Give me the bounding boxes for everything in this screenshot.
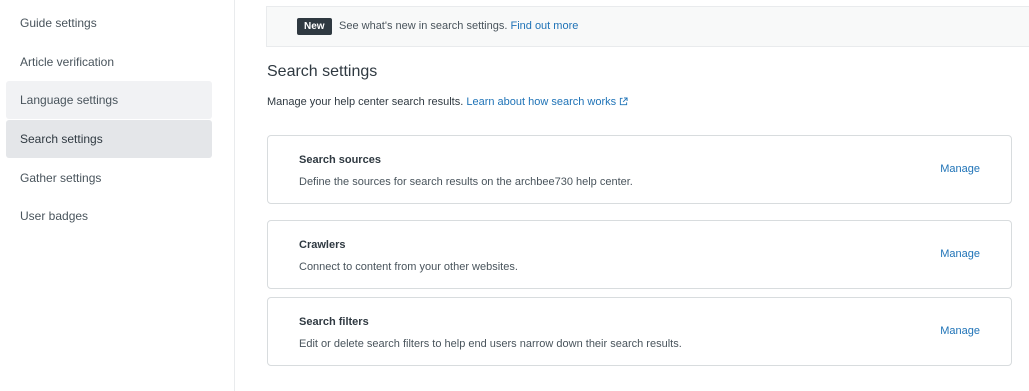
manage-search-sources-link[interactable]: Manage xyxy=(940,163,980,175)
manage-search-filters-link[interactable]: Manage xyxy=(940,325,980,337)
sidebar-item-search-settings[interactable]: Search settings xyxy=(6,120,212,158)
card-title: Search sources xyxy=(299,154,381,166)
card-description: Connect to content from your other websi… xyxy=(299,261,518,273)
sidebar: Guide settings Article verification Lang… xyxy=(0,0,235,391)
page-title: Search settings xyxy=(267,63,378,80)
new-badge: New xyxy=(297,18,332,35)
card-description: Edit or delete search filters to help en… xyxy=(299,338,682,350)
page-description-text: Manage your help center search results. xyxy=(267,96,464,108)
card-description: Define the sources for search results on… xyxy=(299,176,633,188)
page-description: Manage your help center search results. … xyxy=(267,96,628,108)
banner-text: See what's new in search settings. Find … xyxy=(339,18,578,35)
search-sources-card: Search sources Define the sources for se… xyxy=(267,135,1012,204)
sidebar-item-gather-settings[interactable]: Gather settings xyxy=(6,159,212,197)
sidebar-item-article-verification[interactable]: Article verification xyxy=(6,43,212,81)
external-link-icon[interactable] xyxy=(619,97,628,106)
card-title: Crawlers xyxy=(299,239,346,251)
manage-crawlers-link[interactable]: Manage xyxy=(940,248,980,260)
learn-search-link-label[interactable]: Learn about how search works xyxy=(466,96,616,108)
search-filters-card: Search filters Edit or delete search fil… xyxy=(267,297,1012,366)
learn-search-link[interactable]: Learn about how search works xyxy=(466,96,628,108)
banner-message: See what's new in search settings. xyxy=(339,20,508,32)
sidebar-item-user-badges[interactable]: User badges xyxy=(6,197,212,235)
find-out-more-link[interactable]: Find out more xyxy=(510,20,578,32)
sidebar-item-language-settings[interactable]: Language settings xyxy=(6,81,212,119)
whats-new-banner: New See what's new in search settings. F… xyxy=(266,6,1029,47)
card-title: Search filters xyxy=(299,316,369,328)
sidebar-item-guide-settings[interactable]: Guide settings xyxy=(6,4,212,42)
crawlers-card: Crawlers Connect to content from your ot… xyxy=(267,220,1012,289)
